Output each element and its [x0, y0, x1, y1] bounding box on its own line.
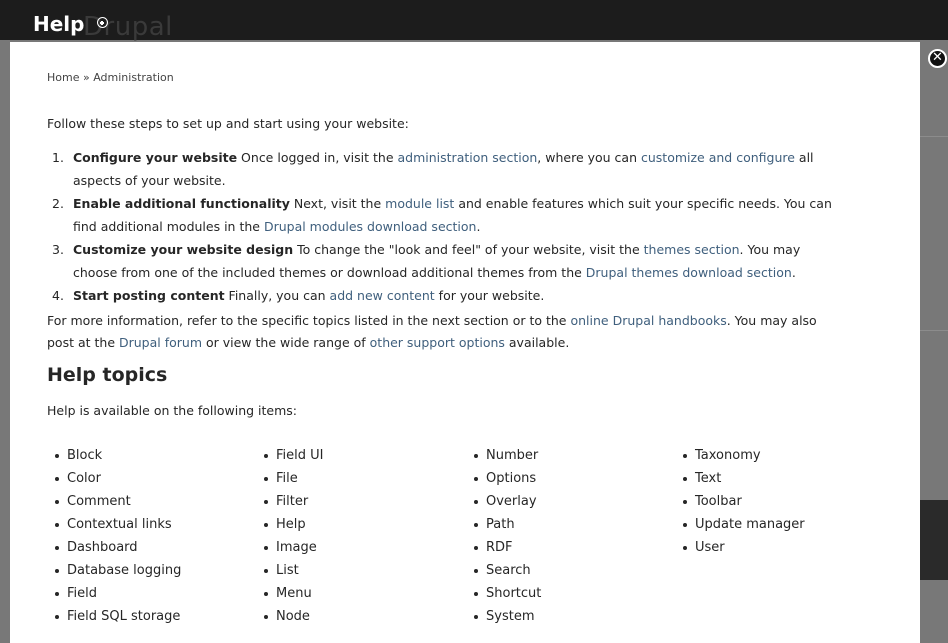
step-title: Customize your website design: [73, 242, 294, 257]
breadcrumb: Home » Administration: [47, 71, 174, 84]
step-number: 3.: [52, 242, 64, 257]
step-text: all: [794, 150, 814, 165]
help-topic-link-field-ui[interactable]: Field UI: [261, 444, 324, 467]
help-topics-heading: Help topics: [47, 364, 168, 386]
step-item: 1. Configure your website Once logged in…: [47, 146, 887, 192]
add-shortcut-icon[interactable]: [97, 17, 108, 28]
help-topic-link-image[interactable]: Image: [261, 536, 324, 559]
step-title: Enable additional functionality: [73, 196, 290, 211]
help-topic-link-color[interactable]: Color: [52, 467, 181, 490]
help-topics-column-1: Block Color Comment Contextual links Das…: [52, 444, 181, 628]
add-new-content-link[interactable]: add new content: [330, 288, 435, 303]
help-topic-link-field-sql-storage[interactable]: Field SQL storage: [52, 605, 181, 628]
dimmed-divider: [920, 136, 948, 137]
step-text: .: [791, 265, 796, 280]
step-text: .: [476, 219, 481, 234]
help-topic-link-field[interactable]: Field: [52, 582, 181, 605]
close-overlay-button[interactable]: ✕: [928, 49, 947, 68]
more-info-text: post at the: [47, 335, 119, 350]
help-topic-link-list[interactable]: List: [261, 559, 324, 582]
step-title: Configure your website: [73, 150, 238, 165]
help-topic-link-toolbar[interactable]: Toolbar: [680, 490, 805, 513]
help-topic-link-system[interactable]: System: [471, 605, 541, 628]
help-topic-link-overlay[interactable]: Overlay: [471, 490, 541, 513]
help-topics-column-4: Taxonomy Text Toolbar Update manager Use…: [680, 444, 805, 559]
site-logo-text: Drupal: [83, 12, 173, 42]
themes-download-link[interactable]: Drupal themes download section: [586, 265, 792, 280]
setup-steps-list: 1. Configure your website Once logged in…: [47, 146, 887, 307]
help-topic-link-user[interactable]: User: [680, 536, 805, 559]
step-text: find additional modules in the: [73, 219, 264, 234]
more-info-text: or view the wide range of: [202, 335, 370, 350]
intro-text: Follow these steps to set up and start u…: [47, 116, 409, 131]
dimmed-divider: [920, 330, 948, 331]
help-topic-link-file[interactable]: File: [261, 467, 324, 490]
module-list-link[interactable]: module list: [385, 196, 454, 211]
help-topic-link-rdf[interactable]: RDF: [471, 536, 541, 559]
help-topic-link-filter[interactable]: Filter: [261, 490, 324, 513]
step-item: 2. Enable additional functionality Next,…: [47, 192, 887, 238]
help-topic-link-shortcut[interactable]: Shortcut: [471, 582, 541, 605]
step-number: 4.: [52, 288, 64, 303]
help-topic-link-help[interactable]: Help: [261, 513, 324, 536]
step-text: for your website.: [434, 288, 545, 303]
help-topic-link-node[interactable]: Node: [261, 605, 324, 628]
dimmed-site-header: Drupal: [0, 0, 948, 42]
help-topic-link-block[interactable]: Block: [52, 444, 181, 467]
help-topic-link-search[interactable]: Search: [471, 559, 541, 582]
online-handbooks-link[interactable]: online Drupal handbooks: [570, 313, 726, 328]
breadcrumb-separator: »: [79, 71, 94, 84]
step-text: and enable features which suit your spec…: [454, 196, 832, 211]
step-number: 1.: [52, 150, 64, 165]
help-topics-intro: Help is available on the following items…: [47, 403, 297, 418]
overlay-title: Help: [33, 12, 85, 36]
modules-download-link[interactable]: Drupal modules download section: [264, 219, 477, 234]
help-topic-link-number[interactable]: Number: [471, 444, 541, 467]
step-text: Finally, you can: [224, 288, 330, 303]
customize-configure-link[interactable]: customize and configure: [641, 150, 795, 165]
more-info-text: . You may also: [726, 313, 817, 328]
more-info-text: For more information, refer to the speci…: [47, 313, 571, 328]
help-topic-link-comment[interactable]: Comment: [52, 490, 181, 513]
more-info-text: available.: [504, 335, 570, 350]
more-info-paragraph: For more information, refer to the speci…: [47, 310, 892, 354]
help-topic-link-contextual-links[interactable]: Contextual links: [52, 513, 181, 536]
step-text: choose from one of the included themes o…: [73, 265, 586, 280]
help-topics-column-2: Field UI File Filter Help Image List Men…: [261, 444, 324, 628]
step-number: 2.: [52, 196, 64, 211]
help-topic-link-database-logging[interactable]: Database logging: [52, 559, 181, 582]
help-topic-link-text[interactable]: Text: [680, 467, 805, 490]
step-text: Once logged in, visit the: [237, 150, 398, 165]
help-topic-link-path[interactable]: Path: [471, 513, 541, 536]
help-topic-link-menu[interactable]: Menu: [261, 582, 324, 605]
themes-section-link[interactable]: themes section: [644, 242, 740, 257]
help-topic-link-taxonomy[interactable]: Taxonomy: [680, 444, 805, 467]
step-text: aspects of your website.: [73, 173, 226, 188]
step-title: Start posting content: [73, 288, 225, 303]
step-text: , where you can: [537, 150, 641, 165]
step-text: . You may: [739, 242, 801, 257]
support-options-link[interactable]: other support options: [370, 335, 505, 350]
breadcrumb-administration-link[interactable]: Administration: [93, 71, 174, 84]
step-text: To change the "look and feel" of your we…: [293, 242, 644, 257]
help-topic-link-dashboard[interactable]: Dashboard: [52, 536, 181, 559]
step-item: 3. Customize your website design To chan…: [47, 238, 887, 284]
breadcrumb-home-link[interactable]: Home: [47, 71, 79, 84]
administration-section-link[interactable]: administration section: [398, 150, 538, 165]
help-topics-column-3: Number Options Overlay Path RDF Search S…: [471, 444, 541, 628]
help-panel: Home » Administration Follow these steps…: [10, 42, 920, 643]
step-text: Next, visit the: [289, 196, 386, 211]
drupal-forum-link[interactable]: Drupal forum: [119, 335, 202, 350]
step-item: 4. Start posting content Finally, you ca…: [47, 284, 887, 307]
help-topic-link-update-manager[interactable]: Update manager: [680, 513, 805, 536]
dimmed-site-band: [920, 500, 948, 580]
help-topic-link-options[interactable]: Options: [471, 467, 541, 490]
